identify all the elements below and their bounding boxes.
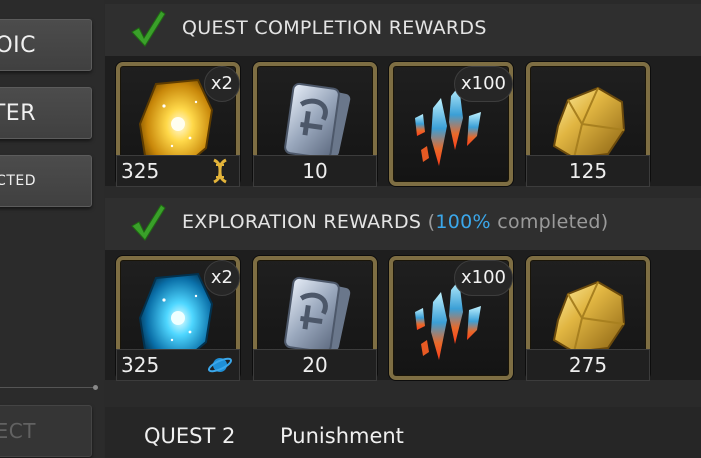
reward-item-yellow-shard[interactable]: x2 325 xyxy=(116,62,240,187)
reward-badge: x100 xyxy=(453,260,513,296)
menu-divider xyxy=(0,387,94,388)
dna-science-icon xyxy=(213,158,227,184)
reward-quantity: 20 xyxy=(253,349,377,381)
reward-item-gold[interactable]: 125 xyxy=(526,62,650,187)
progress-percent: 100% xyxy=(435,211,491,233)
side-menu-button-label: ROIC xyxy=(0,32,36,58)
progress-completed-label: completed) xyxy=(490,211,609,233)
exploration-rewards-title: EXPLORATION REWARDS (100% completed) xyxy=(182,211,608,233)
reward-item-crystals[interactable]: x100 xyxy=(389,62,513,186)
side-menu-button-label: LLECTED xyxy=(0,173,36,189)
reward-item-gold[interactable]: 275 xyxy=(526,256,650,381)
side-menu-button-master[interactable]: STER xyxy=(0,87,92,139)
reward-quantity: 325 xyxy=(116,155,240,187)
reward-item-crystals[interactable]: x100 xyxy=(389,256,513,380)
reward-quantity: 275 xyxy=(526,349,650,381)
reward-quantity: 125 xyxy=(526,155,650,187)
quest-name: Punishment xyxy=(280,424,404,448)
checkmark-icon xyxy=(131,204,166,241)
exploration-title-text: EXPLORATION REWARDS xyxy=(182,211,422,233)
reward-quantity: 10 xyxy=(253,155,377,187)
planet-cosmic-icon xyxy=(207,357,233,373)
reward-badge: x2 xyxy=(203,66,240,102)
reward-item-blue-shard[interactable]: x2 325 xyxy=(116,256,240,381)
reward-quantity: 325 xyxy=(116,349,240,381)
menu-divider-dot xyxy=(93,385,98,390)
reward-item-sigil-cards[interactable]: 10 xyxy=(253,62,377,187)
quest-number: QUEST 2 xyxy=(144,424,236,448)
side-menu-button-select[interactable]: LECT xyxy=(0,405,92,457)
reward-badge: x2 xyxy=(203,260,240,296)
reward-badge: x100 xyxy=(453,66,513,102)
side-menu-button-label: LECT xyxy=(0,419,36,443)
side-menu: ROIC STER LLECTED LECT xyxy=(0,0,104,458)
checkmark-icon xyxy=(131,10,166,47)
side-menu-button-heroic[interactable]: ROIC xyxy=(0,19,92,71)
side-menu-button-label: STER xyxy=(0,100,36,126)
exploration-progress: (100% completed) xyxy=(428,211,609,233)
reward-item-sigil-cards[interactable]: 20 xyxy=(253,256,377,381)
reward-quantity-value: 325 xyxy=(121,159,160,183)
reward-quantity-value: 325 xyxy=(121,353,160,377)
side-menu-button-collected[interactable]: LLECTED xyxy=(0,155,92,207)
quest-rewards-title: QUEST COMPLETION REWARDS xyxy=(182,17,487,39)
